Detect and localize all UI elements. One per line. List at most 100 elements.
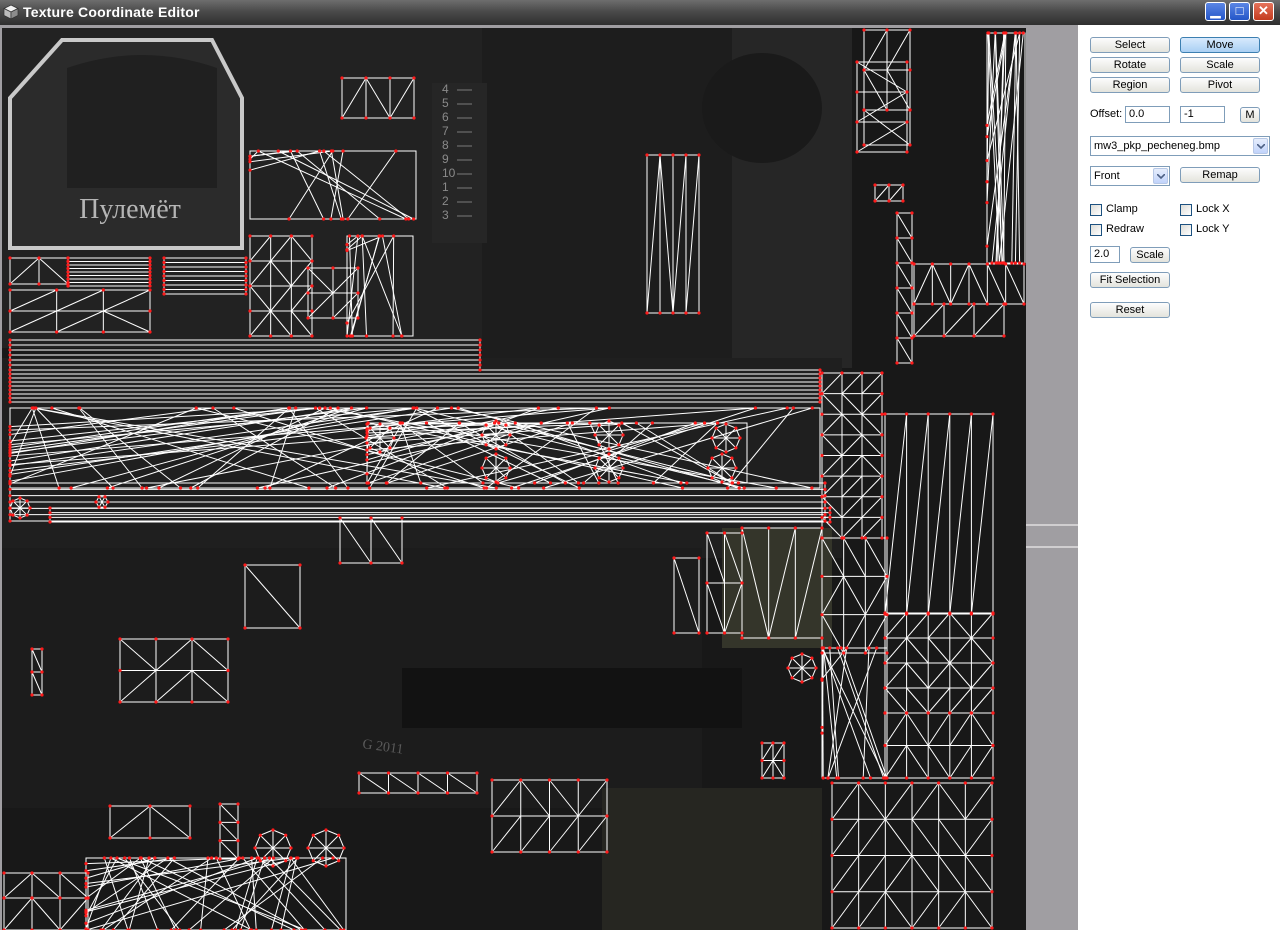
- texture-file-dropdown[interactable]: mw3_pkp_pecheneg.bmp: [1090, 136, 1270, 156]
- uv-vertex: [398, 421, 403, 425]
- redraw-checkbox[interactable]: [1090, 224, 1102, 236]
- uv-vertex: [684, 153, 688, 157]
- uv-vertex: [820, 678, 824, 682]
- uv-vertex: [991, 711, 995, 715]
- uv-vertex: [324, 828, 328, 832]
- lock-y-checkbox[interactable]: [1180, 224, 1192, 236]
- uv-vertex: [144, 486, 149, 490]
- move-button[interactable]: Move: [1180, 37, 1260, 53]
- uv-vertex: [66, 266, 70, 271]
- uv-vertex: [244, 292, 248, 296]
- uv-vertex: [760, 758, 764, 763]
- uv-vertex: [905, 711, 909, 715]
- uv-vertex: [910, 236, 914, 240]
- uv-vertex: [800, 680, 804, 684]
- uv-vertex: [97, 505, 101, 509]
- pivot-button[interactable]: Pivot: [1180, 77, 1260, 93]
- m-button[interactable]: M: [1240, 107, 1260, 123]
- uv-vertex: [148, 266, 152, 271]
- uv-vertex: [386, 771, 391, 775]
- texture-region: [2, 358, 842, 558]
- uv-vertex: [895, 311, 899, 315]
- uv-viewport[interactable]: Пулемёт G 2011 4 5 6 7 8 9 10 1 2 3: [2, 28, 1026, 930]
- uv-vertex: [855, 60, 859, 64]
- uv-vertex: [862, 68, 866, 72]
- uv-vertex: [8, 288, 12, 292]
- uv-vertex: [885, 651, 889, 655]
- uv-vertex: [519, 778, 523, 782]
- uv-vertex: [800, 652, 804, 656]
- uv-vertex: [823, 481, 827, 485]
- offset-x-input[interactable]: 0.0: [1125, 106, 1170, 123]
- uv-canvas[interactable]: Пулемёт G 2011 45678910123: [2, 28, 1026, 930]
- maximize-button[interactable]: □: [1229, 2, 1250, 21]
- uv-vertex: [345, 334, 349, 338]
- uv-vertex: [368, 486, 372, 490]
- scale-mode-button[interactable]: Scale: [1180, 57, 1260, 73]
- uv-vertex: [910, 211, 914, 215]
- uv-vertex: [910, 286, 914, 290]
- fit-selection-button[interactable]: Fit Selection: [1090, 272, 1170, 288]
- close-button[interactable]: ✕: [1253, 2, 1274, 21]
- uv-vertex: [8, 256, 12, 260]
- uv-vertex: [985, 123, 989, 127]
- uv-vertex: [411, 406, 415, 410]
- uv-vertex: [863, 536, 867, 540]
- uv-vertex: [66, 273, 70, 278]
- chevron-down-icon[interactable]: [1153, 168, 1168, 184]
- title-bar[interactable]: Texture Coordinate Editor ▁ □ ✕: [0, 0, 1280, 25]
- uv-vertex: [320, 856, 325, 860]
- uv-vertex: [84, 908, 88, 912]
- uv-vertex: [969, 711, 974, 715]
- chevron-down-icon[interactable]: [1253, 138, 1268, 154]
- uv-vertex: [720, 452, 724, 456]
- clamp-checkbox[interactable]: [1090, 204, 1102, 216]
- uv-vertex: [702, 421, 707, 425]
- uv-vertex: [810, 656, 814, 660]
- uv-vertex: [324, 864, 328, 868]
- uv-vertex: [942, 334, 946, 338]
- uv-vertex: [66, 256, 70, 260]
- remap-button[interactable]: Remap: [1180, 167, 1260, 183]
- minimize-button[interactable]: ▁: [1205, 2, 1226, 21]
- uv-vertex: [443, 486, 447, 490]
- window-title: Texture Coordinate Editor: [23, 4, 200, 20]
- uv-vertex: [1004, 262, 1008, 266]
- view-dropdown[interactable]: Front: [1090, 166, 1170, 186]
- offset-y-input[interactable]: -1: [1180, 106, 1225, 123]
- uv-vertex: [926, 611, 930, 615]
- rotate-button[interactable]: Rotate: [1090, 57, 1170, 73]
- lock-x-checkbox[interactable]: [1180, 204, 1192, 216]
- uv-vertex: [494, 447, 498, 451]
- uv-vertex: [8, 358, 12, 362]
- uv-vertex: [734, 466, 738, 470]
- offset-label: Offset:: [1090, 108, 1123, 120]
- uv-vertex: [445, 791, 450, 795]
- uv-vertex: [740, 581, 744, 585]
- uv-vertex: [347, 234, 352, 238]
- uv-vertex: [883, 781, 887, 785]
- uv-vertex: [276, 149, 280, 153]
- uv-vertex: [257, 856, 261, 860]
- uv-vertex: [84, 914, 88, 918]
- uv-vertex: [30, 670, 34, 674]
- uv-vertex: [8, 481, 12, 485]
- uv-vertex: [887, 183, 891, 187]
- uv-vertex: [341, 149, 345, 153]
- uv-vertex: [1002, 302, 1006, 306]
- scale-value-input[interactable]: 2.0: [1090, 246, 1120, 263]
- scale-apply-button[interactable]: Scale: [1130, 247, 1170, 263]
- uv-vertex: [905, 60, 909, 64]
- select-button[interactable]: Select: [1090, 37, 1170, 53]
- reset-button[interactable]: Reset: [1090, 302, 1170, 318]
- uv-vertex: [990, 261, 994, 265]
- uv-vertex: [364, 76, 368, 80]
- uv-vertex: [710, 476, 714, 480]
- uv-vertex: [860, 536, 864, 540]
- region-button[interactable]: Region: [1090, 77, 1170, 93]
- uv-vertex: [8, 474, 12, 478]
- uv-vertex: [25, 499, 29, 503]
- ruler: [432, 83, 487, 243]
- uv-vertex: [1014, 31, 1018, 35]
- uv-vertex: [365, 427, 369, 431]
